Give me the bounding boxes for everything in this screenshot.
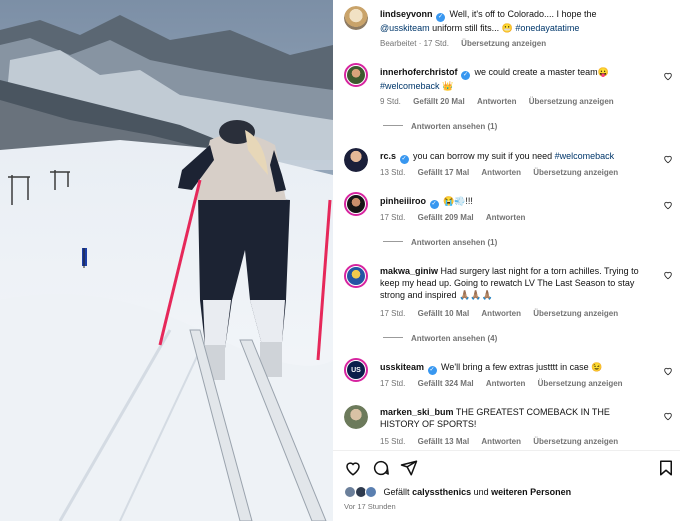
caption-text: lindseyvonn ✓ Well, it's off to Colorado…	[380, 9, 597, 33]
comment-meta: 17 Std. Gefällt 209 Mal Antworten	[380, 213, 526, 222]
comment-hashtag[interactable]: #welcomeback	[380, 81, 440, 91]
comments-panel: lindseyvonn ✓ Well, it's off to Colorado…	[333, 0, 680, 521]
translate-link[interactable]: Übersetzung anzeigen	[461, 39, 546, 48]
comment-username[interactable]: pinheiiiroo	[380, 196, 426, 206]
heart-icon[interactable]	[344, 459, 362, 477]
translate-link[interactable]: Übersetzung anzeigen	[533, 168, 618, 177]
likes-count[interactable]: Gefällt 209 Mal	[418, 213, 474, 222]
verified-icon: ✓	[461, 71, 471, 80]
reply-button[interactable]: Antworten	[481, 309, 521, 318]
reply-button[interactable]: Antworten	[481, 437, 521, 446]
comment-meta: 15 Std. Gefällt 13 Mal Antworten Überset…	[380, 437, 619, 446]
view-replies-button[interactable]: Antworten ansehen (1)	[383, 122, 497, 131]
likes-count[interactable]: Gefällt 13 Mal	[418, 437, 470, 446]
comment-text: usskiteam ✓ We'll bring a few extras jus…	[380, 362, 603, 375]
likes-count[interactable]: Gefällt 17 Mal	[418, 168, 470, 177]
caption-mention[interactable]: @usskiteam	[380, 23, 430, 33]
comment-meta: 17 Std. Gefällt 324 Mal Antworten Überse…	[380, 379, 623, 388]
comment-username[interactable]: innerhoferchristof	[380, 67, 458, 77]
verified-icon: ✓	[436, 13, 446, 22]
comment-text: marken_ski_bum THE GREATEST COMEBACK IN …	[380, 407, 610, 429]
comment-hashtag[interactable]: #welcomeback	[555, 151, 615, 161]
comment-text: pinheiiiroo ✓ 😭💨!!!	[380, 196, 473, 209]
verified-icon: ✓	[399, 155, 409, 164]
avatar[interactable]	[344, 63, 368, 87]
translate-link[interactable]: Übersetzung anzeigen	[529, 97, 614, 106]
caption-hashtag[interactable]: #onedayatatime	[515, 23, 579, 33]
translate-link[interactable]: Übersetzung anzeigen	[533, 309, 618, 318]
view-replies-button[interactable]: Antworten ansehen (1)	[383, 238, 497, 247]
post-media[interactable]	[0, 0, 333, 521]
comment-text: rc.s ✓ you can borrow my suit if you nee…	[380, 151, 615, 164]
avatar[interactable]	[344, 192, 368, 216]
comment-username[interactable]: usskiteam	[380, 362, 424, 372]
liked-by-user[interactable]: calyssthenics	[412, 487, 471, 497]
comment-text: makwa_giniw Had surgery last night for a…	[380, 266, 639, 300]
translate-link[interactable]: Übersetzung anzeigen	[538, 379, 623, 388]
comment-username[interactable]: makwa_giniw	[380, 266, 438, 276]
likes-count[interactable]: Gefällt 324 Mal	[418, 379, 474, 388]
avatar[interactable]	[344, 148, 368, 172]
likes-count[interactable]: Gefällt 10 Mal	[418, 309, 470, 318]
verified-icon: ✓	[427, 366, 437, 375]
reply-button[interactable]: Antworten	[477, 97, 517, 106]
liked-by: Gefällt calyssthenics und weiteren Perso…	[344, 486, 571, 498]
caption-username[interactable]: lindseyvonn	[380, 9, 433, 19]
comments-scroll[interactable]: lindseyvonn ✓ Well, it's off to Colorado…	[333, 0, 680, 450]
comment-username[interactable]: rc.s	[380, 151, 396, 161]
reply-button[interactable]: Antworten	[486, 379, 526, 388]
comment-username[interactable]: marken_ski_bum	[380, 407, 454, 417]
bookmark-icon[interactable]	[657, 459, 675, 477]
caption-meta: Bearbeitet · 17 Std. Übersetzung anzeige…	[380, 39, 547, 48]
heart-icon[interactable]	[663, 71, 673, 81]
post-timestamp[interactable]: Vor 17 Stunden	[344, 502, 396, 511]
avatar	[365, 486, 378, 498]
heart-icon[interactable]	[663, 154, 673, 164]
reply-button[interactable]: Antworten	[486, 213, 526, 222]
comment-icon[interactable]	[372, 459, 390, 477]
comment-text: innerhoferchristof ✓ we could create a m…	[380, 67, 609, 91]
heart-icon[interactable]	[663, 411, 673, 421]
comment-meta: 13 Std. Gefällt 17 Mal Antworten Überset…	[380, 168, 619, 177]
avatar[interactable]	[344, 264, 368, 288]
avatar[interactable]	[344, 405, 368, 429]
avatar[interactable]: US	[344, 358, 368, 382]
avatar[interactable]	[344, 6, 368, 30]
reply-button[interactable]: Antworten	[481, 168, 521, 177]
heart-icon[interactable]	[663, 270, 673, 280]
comment-meta: 9 Std. Gefällt 20 Mal Antworten Übersetz…	[380, 97, 614, 106]
share-icon[interactable]	[400, 459, 418, 477]
heart-icon[interactable]	[663, 366, 673, 376]
likes-count[interactable]: Gefällt 20 Mal	[413, 97, 465, 106]
comment-meta: 17 Std. Gefällt 10 Mal Antworten Überset…	[380, 309, 619, 318]
post-photo	[0, 0, 333, 521]
liked-by-others[interactable]: weiteren Personen	[491, 487, 571, 497]
verified-icon: ✓	[429, 200, 439, 209]
heart-icon[interactable]	[663, 200, 673, 210]
view-replies-button[interactable]: Antworten ansehen (4)	[383, 334, 497, 343]
translate-link[interactable]: Übersetzung anzeigen	[533, 437, 618, 446]
